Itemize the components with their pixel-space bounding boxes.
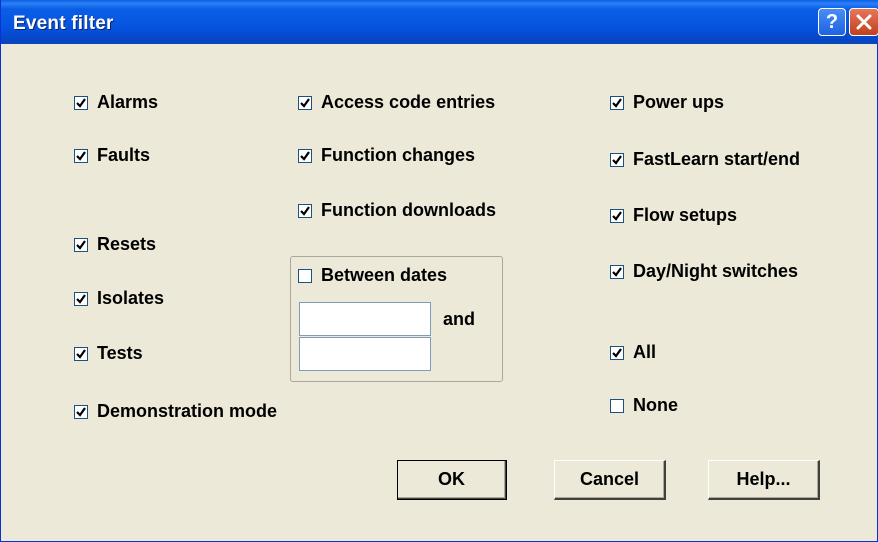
checkbox-label: Faults xyxy=(97,145,151,165)
help-button[interactable]: Help... xyxy=(708,460,820,500)
checkbox-all[interactable]: All xyxy=(610,342,656,363)
check-icon xyxy=(612,266,622,277)
check-icon xyxy=(76,348,86,359)
check-icon xyxy=(300,97,310,108)
checkbox-access-code-entries[interactable]: Access code entries xyxy=(298,92,495,113)
checkbox-alarms[interactable]: Alarms xyxy=(74,92,158,113)
close-button[interactable] xyxy=(849,8,878,36)
checkbox-label: All xyxy=(633,342,657,362)
check-icon xyxy=(300,150,310,161)
checkbox-label: None xyxy=(633,395,678,415)
check-icon xyxy=(76,406,86,417)
check-icon xyxy=(612,154,622,165)
checkbox-resets[interactable]: Resets xyxy=(74,234,156,255)
checkbox-label: Function changes xyxy=(321,145,476,165)
checkbox-box[interactable] xyxy=(298,148,312,163)
checkbox-label: Function downloads xyxy=(321,200,496,220)
check-icon xyxy=(300,205,310,216)
question-mark-icon: ? xyxy=(825,10,839,33)
checkbox-box[interactable] xyxy=(74,148,88,163)
checkbox-label: Day/Night switches xyxy=(633,261,799,281)
checkbox-function-changes[interactable]: Function changes xyxy=(298,145,475,166)
checkbox-faults[interactable]: Faults xyxy=(74,145,150,166)
check-icon xyxy=(76,239,86,250)
checkbox-day-night-switches[interactable]: Day/Night switches xyxy=(610,261,798,282)
checkbox-tests[interactable]: Tests xyxy=(74,343,143,364)
check-icon xyxy=(612,347,622,358)
checkbox-fastlearn[interactable]: FastLearn start/end xyxy=(610,149,800,170)
checkbox-box[interactable] xyxy=(74,346,88,361)
check-icon xyxy=(76,97,86,108)
checkbox-label: Between dates xyxy=(321,265,448,285)
checkbox-box[interactable] xyxy=(298,203,312,218)
checkbox-box[interactable] xyxy=(610,398,624,413)
ok-button[interactable]: OK xyxy=(397,460,507,500)
check-icon xyxy=(76,293,86,304)
checkbox-label: Demonstration mode xyxy=(97,401,278,421)
help-title-button[interactable]: ? xyxy=(818,8,846,36)
end-date-input[interactable] xyxy=(299,337,431,371)
checkbox-box[interactable] xyxy=(74,291,88,306)
checkbox-label: Access code entries xyxy=(321,92,496,112)
checkbox-demonstration-mode[interactable]: Demonstration mode xyxy=(74,401,277,422)
check-icon xyxy=(612,210,622,221)
checkbox-isolates[interactable]: Isolates xyxy=(74,288,164,309)
checkbox-between-dates[interactable]: Between dates xyxy=(298,265,447,286)
and-label: and xyxy=(443,309,476,329)
checkbox-box[interactable] xyxy=(610,208,624,223)
checkbox-label: Tests xyxy=(97,343,143,363)
checkbox-box[interactable] xyxy=(298,95,312,110)
checkbox-label: FastLearn start/end xyxy=(633,149,801,169)
checkbox-box[interactable] xyxy=(610,152,624,167)
checkbox-label: Flow setups xyxy=(633,205,738,225)
close-icon xyxy=(856,14,872,30)
checkbox-box[interactable] xyxy=(74,95,88,110)
checkbox-label: Isolates xyxy=(97,288,165,308)
title-bar[interactable]: Event filter ? xyxy=(1,0,878,44)
checkbox-power-ups[interactable]: Power ups xyxy=(610,92,724,113)
check-icon xyxy=(612,97,622,108)
checkbox-box[interactable] xyxy=(298,268,312,283)
checkbox-box[interactable] xyxy=(610,345,624,360)
checkbox-function-downloads[interactable]: Function downloads xyxy=(298,200,496,221)
checkbox-label: Resets xyxy=(97,234,157,254)
checkbox-box[interactable] xyxy=(74,404,88,419)
cancel-button[interactable]: Cancel xyxy=(554,460,666,500)
start-date-input[interactable] xyxy=(299,302,431,336)
checkbox-flow-setups[interactable]: Flow setups xyxy=(610,205,737,226)
check-icon xyxy=(76,150,86,161)
checkbox-box[interactable] xyxy=(610,264,624,279)
checkbox-none[interactable]: None xyxy=(610,395,678,416)
checkbox-box[interactable] xyxy=(74,237,88,252)
checkbox-box[interactable] xyxy=(610,95,624,110)
checkbox-label: Power ups xyxy=(633,92,725,112)
checkbox-label: Alarms xyxy=(97,92,159,112)
event-filter-dialog: Event filter ? Alarms Faults Resets Isol… xyxy=(0,0,878,542)
window-title: Event filter xyxy=(13,13,114,34)
